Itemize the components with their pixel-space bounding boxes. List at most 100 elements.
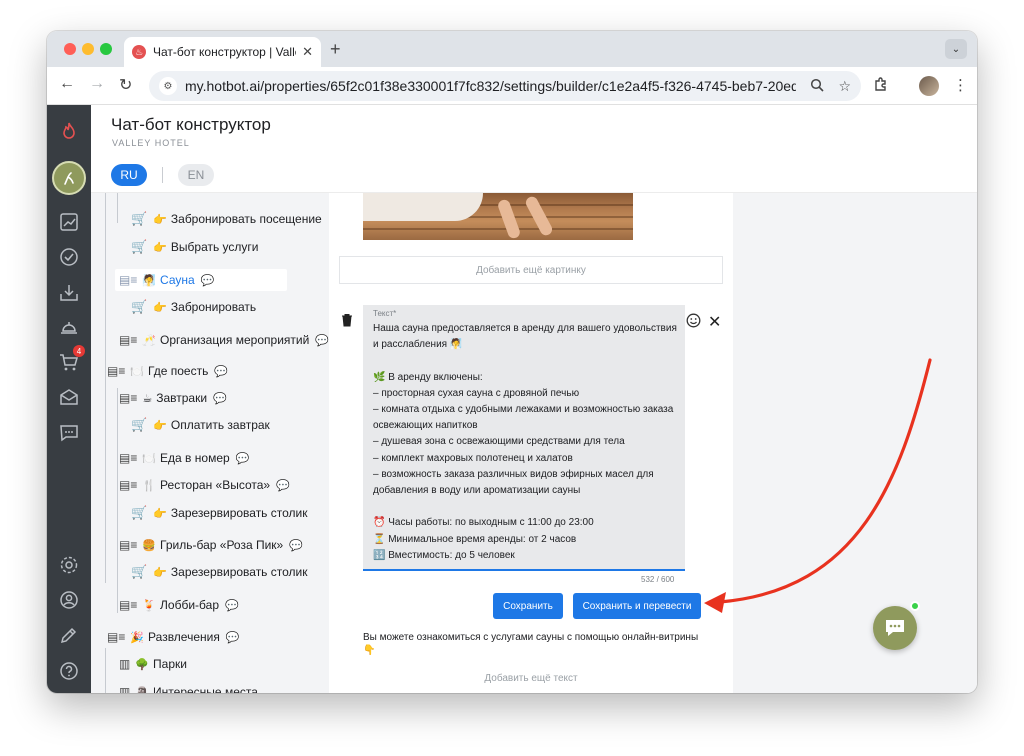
tree-item-reserve-table[interactable]: 🛒 👉 Зарезервировать столик xyxy=(131,502,308,524)
bookmark-star-icon[interactable]: ☆ xyxy=(838,78,851,95)
add-text-button[interactable]: Добавить ещё текст xyxy=(339,673,723,684)
hotbot-favicon-icon: ♨ xyxy=(132,45,146,59)
help-icon[interactable] xyxy=(55,657,83,685)
menu-block-icon: ▤≡ xyxy=(119,333,138,347)
text-line: – комплект махровых полотенец и халатов xyxy=(373,452,573,464)
tree-item-label: Организация мероприятий xyxy=(160,333,310,347)
reload-icon[interactable]: ↻ xyxy=(119,75,132,95)
settings-gear-icon[interactable] xyxy=(55,551,83,579)
tree-item-label: Гриль-бар «Роза Пик» xyxy=(160,538,284,552)
tree-item-label: Где поесть xyxy=(148,364,209,378)
emoji-picker-icon[interactable] xyxy=(686,313,701,332)
tree-item-parks[interactable]: ▥ 🌳 Парки xyxy=(119,653,187,675)
profile-avatar[interactable] xyxy=(919,76,939,96)
text-line: освежающих напитков xyxy=(373,420,478,432)
tree-item-events[interactable]: ▤≡ 🥂 Организация мероприятий 💬 xyxy=(119,329,329,351)
browser-tab[interactable]: ♨ Чат-бот конструктор | Valley ✕ xyxy=(124,37,321,67)
url-text[interactable]: my.hotbot.ai/properties/65f2c01f38e33000… xyxy=(185,78,796,94)
message-text-field[interactable]: Текст* Наша сауна предоставляется в арен… xyxy=(363,305,685,571)
text-line: добавления в воду или ароматизации сауны xyxy=(373,485,581,497)
browser-menu-icon[interactable]: ⋮ xyxy=(953,76,968,94)
chatbot-builder-nav-icon[interactable] xyxy=(52,161,86,195)
tree-item-places[interactable]: ▥ 🗿 Интересные места xyxy=(119,681,258,693)
close-icon[interactable]: ✕ xyxy=(708,312,721,332)
tab-strip: ♨ Чат-бот конструктор | Valley ✕ + ⌄ xyxy=(47,31,977,67)
text-line: ⏳ Минимальное время аренды: от 2 часов xyxy=(373,533,577,545)
menu-block-icon: ▤≡ xyxy=(119,478,138,492)
analytics-chart-icon[interactable] xyxy=(55,208,83,236)
menu-block-icon: ▤≡ xyxy=(119,451,138,465)
room-service-icon[interactable] xyxy=(55,313,83,341)
text-line: – просторная сухая сауна с дровяной печь… xyxy=(373,387,580,399)
tree-item-restaurant-vysota[interactable]: ▤≡ 🍴 Ресторан «Высота» 💬 xyxy=(119,474,290,496)
edit-pencil-icon[interactable] xyxy=(55,621,83,649)
new-tab-button[interactable]: + xyxy=(330,39,341,60)
tree-item-sauna[interactable]: ▤≡ 🧖 Сауна 💬 xyxy=(115,269,287,291)
translated-chat-icon: 💬 xyxy=(200,274,215,287)
tree-item-label: Парки xyxy=(153,657,187,671)
close-window-button[interactable] xyxy=(64,43,76,55)
browser-window: ♨ Чат-бот конструктор | Valley ✕ + ⌄ ← →… xyxy=(47,31,977,693)
tree-item-label: Зарезервировать столик xyxy=(170,565,308,579)
tree-item-book[interactable]: 🛒 👉 Забронировать xyxy=(131,296,256,318)
cart-icon: 🛒 xyxy=(131,299,148,314)
page-title: Чат-бот конструктор xyxy=(111,115,271,134)
text-line: – возможность заказа различных видов эфи… xyxy=(373,468,654,480)
text-line: – комната отдыха с удобными лежаками и в… xyxy=(373,404,674,415)
lang-en-button[interactable]: EN xyxy=(178,164,214,186)
tree-item-grill-bar[interactable]: ▤≡ 🍔 Гриль-бар «Роза Пик» 💬 xyxy=(119,534,303,556)
cart-icon: 🛒 xyxy=(131,239,148,254)
sauna-photo[interactable] xyxy=(363,193,633,240)
back-arrow-icon[interactable]: ← xyxy=(59,75,75,93)
menu-block-icon: ▤≡ xyxy=(119,538,138,552)
address-bar[interactable]: ⚙ my.hotbot.ai/properties/65f2c01f38e330… xyxy=(149,71,861,101)
delete-trash-icon[interactable] xyxy=(341,313,353,330)
left-nav-rail: 4 xyxy=(47,105,91,693)
menu-block-icon: ▤≡ xyxy=(119,273,138,287)
save-and-translate-button[interactable]: Сохранить и перевести xyxy=(573,593,701,619)
preview-pane xyxy=(733,193,977,693)
mail-icon[interactable] xyxy=(55,383,83,411)
scenario-tree: 🛒 👉 Забронировать посещение 🛒 👉 Выбрать … xyxy=(91,193,329,693)
save-button[interactable]: Сохранить xyxy=(493,593,563,619)
tree-item-choose-services[interactable]: 🛒 👉 Выбрать услуги xyxy=(131,236,259,258)
minimize-window-button[interactable] xyxy=(82,43,94,55)
chat-icon[interactable] xyxy=(55,419,83,447)
site-settings-icon[interactable]: ⚙ xyxy=(159,77,177,95)
chat-widget-button[interactable] xyxy=(873,606,917,650)
browser-toolbar: ← → ↻ ⚙ my.hotbot.ai/properties/65f2c01f… xyxy=(47,67,977,105)
tree-item-label: Выбрать услуги xyxy=(170,240,259,254)
lang-ru-button[interactable]: RU xyxy=(111,164,147,186)
text-line: Наша сауна предоставляется в аренду для … xyxy=(373,323,677,334)
cart-icon: 🛒 xyxy=(131,211,148,226)
character-counter: 532 / 600 xyxy=(641,575,675,584)
tab-search-chevron-icon[interactable]: ⌄ xyxy=(945,39,967,59)
account-icon[interactable] xyxy=(55,586,83,614)
zoom-window-button[interactable] xyxy=(100,43,112,55)
cart-icon: 🛒 xyxy=(131,417,148,432)
tree-item-room-service[interactable]: ▤≡ 🍽️ Еда в номер 💬 xyxy=(119,447,249,469)
tab-title: Чат-бот конструктор | Valley xyxy=(153,45,297,59)
tree-item-breakfasts[interactable]: ▤≡ ☕ Завтраки 💬 xyxy=(119,387,227,409)
tasks-check-icon[interactable] xyxy=(55,243,83,271)
tree-item-entertainment[interactable]: ▤≡ 🎉 Развлечения 💬 xyxy=(107,626,240,648)
text-line xyxy=(373,499,675,515)
zoom-icon[interactable] xyxy=(810,78,825,95)
translated-chat-icon: 💬 xyxy=(289,539,303,552)
tree-item-reserve-table[interactable]: 🛒 👉 Зарезервировать столик xyxy=(131,561,308,583)
tree-item-where-to-eat[interactable]: ▤≡ 🍽️ Где поесть 💬 xyxy=(107,360,228,382)
next-message-preview[interactable]: Вы можете ознакомиться с услугами сауны … xyxy=(363,631,713,657)
tree-item-pay-breakfast[interactable]: 🛒 👉 Оплатить завтрак xyxy=(131,414,270,436)
text-line: и расслабления 🧖 xyxy=(373,339,463,351)
cart-count-badge: 4 xyxy=(73,345,85,357)
add-image-button[interactable]: Добавить ещё картинку xyxy=(339,256,723,284)
message-editor: Добавить ещё картинку Текст* Наша сауна … xyxy=(329,193,733,693)
tab-close-icon[interactable]: ✕ xyxy=(302,44,313,60)
inbox-download-icon[interactable] xyxy=(55,279,83,307)
extensions-puzzle-icon[interactable] xyxy=(873,76,889,96)
hotbot-logo-icon[interactable] xyxy=(55,117,83,145)
forward-arrow-icon[interactable]: → xyxy=(89,75,105,93)
tree-item-lobby-bar[interactable]: ▤≡ 🍹 Лобби-бар 💬 xyxy=(119,594,239,616)
cart-icon: 🛒 xyxy=(131,505,148,520)
tree-item-book-visit[interactable]: 🛒 👉 Забронировать посещение xyxy=(131,208,322,230)
